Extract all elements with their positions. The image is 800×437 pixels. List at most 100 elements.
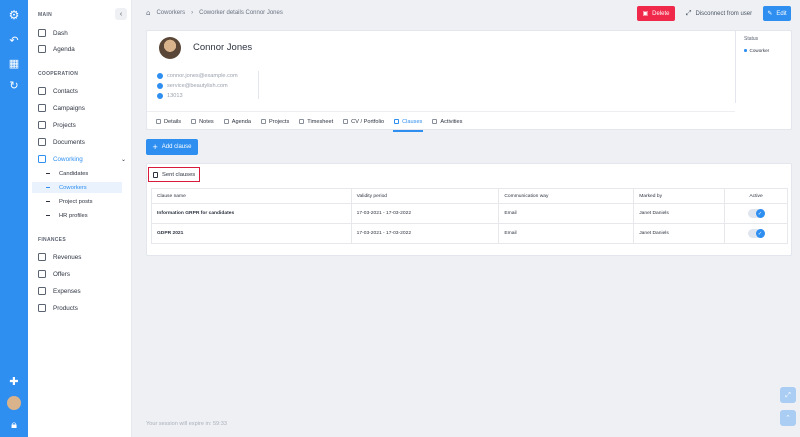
revenue-icon <box>38 253 46 261</box>
sidebar-item-label: Coworking <box>53 155 83 163</box>
sidebar-item-coworking[interactable]: Coworking ⌄ <box>38 153 126 165</box>
sidebar-collapse-button[interactable]: ‹ <box>115 8 127 20</box>
divider <box>258 71 259 99</box>
email-icon <box>157 73 163 79</box>
layers-icon <box>38 155 46 163</box>
calendar-icon <box>38 45 46 53</box>
column-header: Communication way <box>498 188 635 204</box>
edit-button[interactable]: ✎ Edit <box>763 6 791 21</box>
active-toggle[interactable]: ✓ <box>747 209 765 218</box>
refresh-icon[interactable]: ↻ <box>7 78 21 92</box>
home-icon[interactable]: ⌂ <box>146 9 150 17</box>
clause-name: GDPR 2021 <box>151 223 352 244</box>
contact-email-text: connor.jones@example.com <box>167 73 238 79</box>
delete-button[interactable]: ▣ Delete <box>637 6 675 21</box>
plus-icon: + <box>152 141 158 152</box>
sidebar-item-label: Products <box>53 304 78 312</box>
lock-icon[interactable]: 🔒︎ <box>7 418 21 432</box>
app-rail: ⚙ ↶ ▦ ↻ ✚ 🔒︎ <box>0 0 28 437</box>
breadcrumb-current: Coworker details Connor Jones <box>199 10 283 16</box>
active-cell: ✓ <box>724 203 788 224</box>
status-label: Status <box>744 36 759 42</box>
sidebar-item-label: Projects <box>53 121 76 129</box>
sidebar-item-products[interactable]: Products <box>38 302 126 314</box>
sidebar-item-label: Expenses <box>53 287 81 295</box>
clause-icon <box>394 119 400 124</box>
sidebar-item-revenues[interactable]: Revenues <box>38 251 126 263</box>
active-toggle[interactable]: ✓ <box>747 229 765 238</box>
dash-marker <box>46 187 50 188</box>
sidebar-subitem-project-posts[interactable]: Project posts <box>46 196 140 207</box>
sidebar-item-expenses[interactable]: Expenses <box>38 285 126 297</box>
flag-uk-icon[interactable]: ✚ <box>7 374 21 388</box>
breadcrumb-root[interactable]: Coworkers <box>156 10 185 16</box>
sidebar-item-agenda[interactable]: Agenda <box>38 43 126 55</box>
contact-email-secondary[interactable]: service@beautylish.com <box>157 83 228 89</box>
delete-button-label: Delete <box>652 10 670 17</box>
tab-timesheet[interactable]: Timesheet <box>294 112 338 132</box>
sidebar-item-label: Dash <box>53 29 68 37</box>
calendar-icon <box>223 119 229 124</box>
expand-icon[interactable]: ⤢ <box>780 387 796 403</box>
contact-phone[interactable]: 13013 <box>157 93 183 99</box>
grid-icon[interactable]: ▦ <box>7 56 21 70</box>
section-main: MAIN <box>38 12 52 18</box>
sidebar-item-dash[interactable]: Dash <box>38 27 126 39</box>
breadcrumb: ⌂ Coworkers › Coworker details Connor Jo… <box>146 9 283 17</box>
sidebar-item-projects[interactable]: Projects <box>38 119 126 131</box>
tab-label: Timesheet <box>307 118 334 125</box>
tab-projects[interactable]: Projects <box>256 112 294 132</box>
trash-icon: ▣ <box>642 11 649 17</box>
info-icon <box>156 119 161 124</box>
validity-period: 17-03-2021 - 17-03-2022 <box>350 223 500 244</box>
portfolio-icon <box>343 119 349 124</box>
table-header-row: Clause name Validity period Communicatio… <box>151 188 788 204</box>
sidebar-item-label: Offers <box>53 270 71 278</box>
add-clause-label: Add clause <box>161 144 192 150</box>
sent-clauses-title-text: Sent clauses <box>162 171 196 178</box>
sidebar-subitem-hr-profiles[interactable]: HR profiles <box>46 210 140 221</box>
tab-details[interactable]: Details <box>151 112 186 132</box>
dash-marker <box>46 215 50 216</box>
tab-activities[interactable]: Activities <box>427 112 467 132</box>
sidebar-item-documents[interactable]: Documents <box>38 136 126 148</box>
sidebar-item-campaigns[interactable]: Campaigns <box>38 102 126 114</box>
tab-cv-portfolio[interactable]: CV / Portfolio <box>338 112 389 132</box>
edit-button-label: Edit <box>776 10 787 17</box>
profile-avatar <box>159 37 181 59</box>
logo-icon[interactable]: ⚙ <box>7 8 21 22</box>
marked-by: Janet Daniels <box>633 203 726 224</box>
sidebar-item-label: Contacts <box>53 87 78 95</box>
tab-agenda[interactable]: Agenda <box>219 112 256 132</box>
user-avatar[interactable] <box>7 396 21 410</box>
sidebar-item-contacts[interactable]: Contacts <box>38 85 126 97</box>
column-header: Clause name <box>151 188 352 204</box>
sidebar-subitem-coworkers[interactable]: Coworkers <box>32 182 122 193</box>
status-badge: Coworker <box>744 48 769 53</box>
unlink-icon: ⤢ <box>685 9 692 17</box>
add-clause-button[interactable]: + Add clause <box>146 139 198 155</box>
check-icon: ✓ <box>755 229 765 238</box>
contact-email-primary[interactable]: connor.jones@example.com <box>157 73 238 79</box>
sidebar-subitem-candidates[interactable]: Candidates <box>46 168 140 179</box>
scroll-top-icon[interactable]: ⌃ <box>780 410 796 426</box>
tab-label: Clauses <box>402 118 423 125</box>
sidebar-item-label: Documents <box>53 138 85 146</box>
back-icon[interactable]: ↶ <box>7 33 21 47</box>
validity-period: 17-03-2021 - 17-03-2022 <box>350 203 500 224</box>
sidebar-subitem-label: Coworkers <box>59 184 87 191</box>
pencil-icon: ✎ <box>767 11 773 17</box>
topbar: ⌂ Coworkers › Coworker details Connor Jo… <box>132 0 800 27</box>
disconnect-button[interactable]: ⤢ Disconnect from user <box>681 6 757 21</box>
note-icon <box>191 119 197 124</box>
table-row: GDPR 2021 17-03-2021 - 17-03-2022 Email … <box>151 223 788 244</box>
sidebar-item-offers[interactable]: Offers <box>38 268 126 280</box>
tab-label: Projects <box>269 118 290 125</box>
communication-way: Email <box>498 203 635 224</box>
tab-notes[interactable]: Notes <box>186 112 219 132</box>
sidebar-subitem-label: HR profiles <box>59 212 88 219</box>
tab-clauses[interactable]: Clauses <box>389 112 427 132</box>
dash-marker <box>46 173 50 174</box>
offer-icon <box>38 270 46 278</box>
megaphone-icon <box>38 104 46 112</box>
